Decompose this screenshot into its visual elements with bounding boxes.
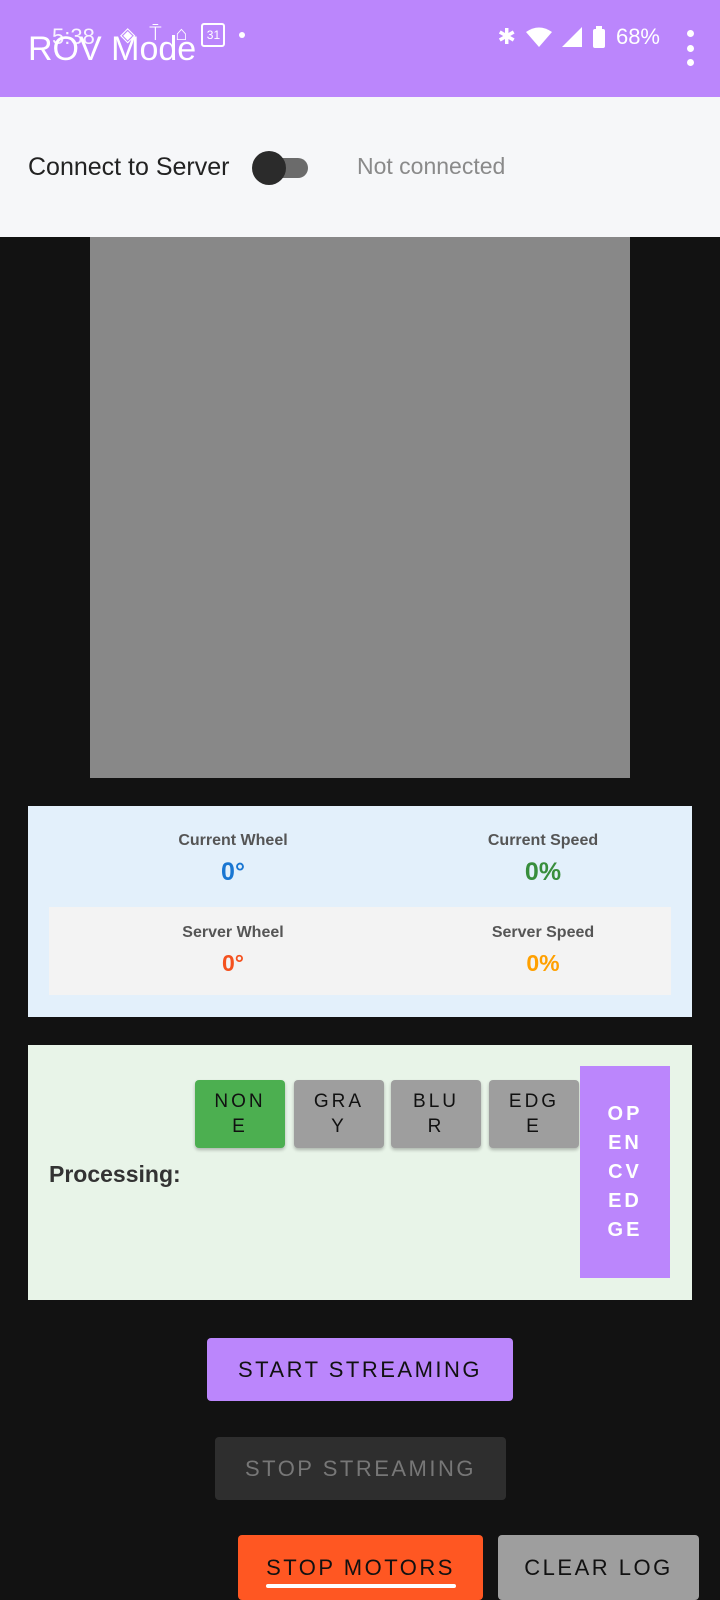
- more-notifications-dot-icon: [239, 31, 246, 38]
- home-icon: ⌂: [175, 23, 188, 45]
- bluetooth-icon: ✱: [497, 24, 516, 49]
- wifi-icon: [525, 27, 552, 47]
- video-preview: [90, 237, 630, 778]
- telemetry-panel: Current Wheel 0° Current Speed 0% Server…: [28, 806, 692, 1017]
- start-streaming-button[interactable]: START STREAMING: [207, 1338, 513, 1401]
- connect-section: Connect to Server Not connected: [0, 97, 720, 237]
- processing-panel: Processing: NONE GRAY BLUR EDGE OPENCVED…: [28, 1045, 692, 1300]
- current-speed-label: Current Speed: [487, 832, 599, 849]
- stop-motors-button[interactable]: STOP MOTORS: [238, 1535, 483, 1600]
- current-speed: Current Speed 0%: [388, 832, 698, 887]
- current-wheel: Current Wheel 0°: [78, 832, 388, 887]
- server-wheel-label: Server Wheel: [182, 924, 284, 941]
- status-time: 5:38: [52, 24, 95, 49]
- gesture-nav-bar[interactable]: [266, 1584, 456, 1588]
- processing-opencv-edge-button[interactable]: OPENCVEDGE: [580, 1066, 670, 1278]
- clear-log-button[interactable]: CLEAR LOG: [498, 1535, 699, 1600]
- battery-icon: [592, 26, 605, 48]
- server-telemetry-box: Server Wheel 0° Server Speed 0%: [49, 907, 671, 995]
- connect-label: Connect to Server: [28, 153, 230, 181]
- calendar-icon: 31: [201, 22, 226, 47]
- connection-status: Not connected: [357, 153, 506, 179]
- overflow-menu-icon[interactable]: [684, 30, 696, 66]
- battery-percent: 68%: [615, 24, 660, 49]
- server-wheel-value: 0°: [222, 950, 244, 976]
- app-bar: ROV Mode 5:38 ◈ ⍑ ⌂ 31 ✱ 68%: [0, 0, 720, 97]
- server-wheel: Server Wheel 0°: [78, 924, 388, 977]
- processing-none-button[interactable]: NONE: [195, 1080, 285, 1148]
- server-speed-value: 0%: [526, 950, 560, 976]
- notification-icons: ◈ ⍑ ⌂ 31: [120, 22, 246, 47]
- server-speed-label: Server Speed: [491, 924, 595, 941]
- processing-label: Processing:: [49, 1161, 181, 1187]
- current-wheel-value: 0°: [221, 858, 245, 886]
- current-speed-value: 0%: [524, 858, 562, 886]
- switch-thumb: [252, 151, 286, 185]
- connect-switch[interactable]: [252, 151, 310, 185]
- stop-streaming-button[interactable]: STOP STREAMING: [215, 1437, 506, 1500]
- antenna-icon: ⍑: [149, 23, 162, 45]
- current-wheel-label: Current Wheel: [178, 832, 288, 849]
- system-status-icons: ✱ 68%: [498, 24, 660, 50]
- cell-signal-icon: [561, 27, 582, 47]
- navigation-icon: ◈: [120, 24, 136, 46]
- server-speed: Server Speed 0%: [388, 924, 698, 977]
- processing-edge-button[interactable]: EDGE: [489, 1080, 579, 1148]
- processing-gray-button[interactable]: GRAY: [294, 1080, 384, 1148]
- processing-blur-button[interactable]: BLUR: [391, 1080, 481, 1148]
